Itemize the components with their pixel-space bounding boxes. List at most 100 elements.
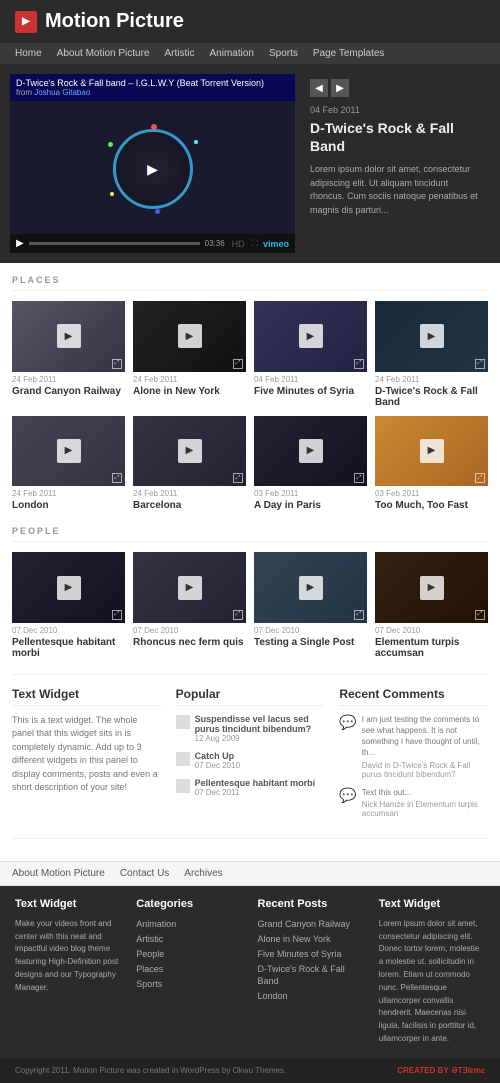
site-title: Motion Picture: [45, 10, 184, 33]
video-thumb[interactable]: ⤢: [12, 416, 125, 487]
featured-video-heading: D-Twice's Rock & Fall band – I.G.L.W.Y (…: [16, 78, 289, 88]
list-item[interactable]: Suspendisse vel lacus sed purus tincidun…: [176, 714, 325, 743]
video-meta: 24 Feb 2011: [133, 375, 246, 384]
list-item[interactable]: ⤢ 07 Dec 2010 Elementum turpis accumsan: [375, 552, 488, 659]
list-item[interactable]: ⤢ 03 Feb 2011 Too Much, Too Fast: [375, 416, 488, 512]
popular-icon: [176, 779, 190, 793]
video-title: Alone in New York: [133, 386, 246, 397]
featured-title: D-Twice's Rock & Fall Band: [310, 119, 485, 155]
video-thumb[interactable]: ⤢: [254, 552, 367, 623]
video-thumb[interactable]: ⤢: [12, 552, 125, 623]
footer-post-3[interactable]: Five Minutes of Syria: [258, 949, 342, 959]
ettheme-badge: CREATED BY ƏTƎlɛmɛ: [397, 1066, 485, 1075]
progress-bar[interactable]: [29, 242, 200, 245]
play-button[interactable]: ▶: [16, 238, 24, 249]
places-grid: ⤢ 24 Feb 2011 Grand Canyon Railway ⤢ 24 …: [12, 301, 488, 511]
featured-video-from: from Joshua Gitabao: [16, 88, 289, 97]
list-item[interactable]: ⤢ 24 Feb 2011 Alone in New York: [133, 301, 246, 408]
list-item[interactable]: ⤢ 07 Dec 2010 Pellentesque habitant morb…: [12, 552, 125, 659]
fullscreen-icon[interactable]: ⛶: [252, 238, 258, 249]
main-content: PLACES ⤢ 24 Feb 2011 Grand Canyon Railwa…: [0, 263, 500, 861]
video-thumb[interactable]: ⤢: [254, 416, 367, 487]
list-item[interactable]: ⤢ 24 Feb 2011 Grand Canyon Railway: [12, 301, 125, 408]
featured-date: 04 Feb 2011: [310, 105, 485, 115]
video-meta: 07 Dec 2010: [133, 626, 246, 635]
footer-post-4[interactable]: D-Twice's Rock & Fall Band: [258, 964, 345, 986]
footer-link-people[interactable]: People: [136, 949, 164, 959]
ettheme-brand: ƏTƎlɛmɛ: [452, 1066, 485, 1075]
footer-link-places[interactable]: Places: [136, 964, 163, 974]
expand-icon: ⤢: [475, 610, 485, 620]
video-meta: 03 Feb 2011: [375, 489, 488, 498]
featured-next-button[interactable]: ▶: [331, 79, 349, 97]
footer-col3-title: Recent Posts: [258, 898, 364, 910]
list-item[interactable]: ⤢ 03 Feb 2011 A Day in Paris: [254, 416, 367, 512]
widgets-row: Text Widget This is a text widget. The w…: [12, 674, 488, 839]
video-thumb[interactable]: ⤢: [375, 416, 488, 487]
footer-post-2[interactable]: Alone in New York: [258, 934, 331, 944]
video-title: Elementum turpis accumsan: [375, 637, 488, 659]
play-overlay: [178, 324, 202, 348]
footer-post-5[interactable]: London: [258, 991, 288, 1001]
list-item: 💬 Text this out... Nick Hamze in Element…: [339, 787, 488, 818]
video-thumb[interactable]: ⤢: [254, 301, 367, 372]
play-overlay: [178, 439, 202, 463]
featured-excerpt: Lorem ipsum dolor sit amet, consectetur …: [310, 163, 485, 217]
featured-video-thumb[interactable]: D-Twice's Rock & Fall band – I.G.L.W.Y (…: [10, 74, 295, 234]
video-thumb[interactable]: ⤢: [375, 552, 488, 623]
nav-page-templates[interactable]: Page Templates: [313, 48, 385, 59]
list-item[interactable]: Pellentesque habitant morbi 07 Dec 2011: [176, 778, 325, 797]
comment-text: I am just testing the comments to see wh…: [362, 714, 488, 759]
list-item[interactable]: ⤢ 07 Dec 2010 Testing a Single Post: [254, 552, 367, 659]
text-widget-content: This is a text widget. The whole panel t…: [12, 714, 161, 795]
nav-animation[interactable]: Animation: [210, 48, 254, 59]
comment-icon: 💬: [339, 787, 356, 804]
video-thumb[interactable]: ⤢: [133, 552, 246, 623]
popular-item-title: Suspendisse vel lacus sed purus tincidun…: [195, 714, 325, 734]
list-item[interactable]: ⤢ 24 Feb 2011 Barcelona: [133, 416, 246, 512]
text-widget-title: Text Widget: [12, 687, 161, 706]
expand-icon: ⤢: [354, 610, 364, 620]
list-item[interactable]: ⤢ 04 Feb 2011 Five Minutes of Syria: [254, 301, 367, 408]
video-thumb[interactable]: ⤢: [133, 416, 246, 487]
footer-col4-text: Lorem ipsum dolor sit amet, consectetur …: [379, 918, 485, 1046]
popular-item-date: 07 Dec 2010: [195, 761, 240, 770]
video-meta: 24 Feb 2011: [12, 489, 125, 498]
video-title: Too Much, Too Fast: [375, 500, 488, 511]
nav-artistic[interactable]: Artistic: [165, 48, 195, 59]
footer-link-artistic[interactable]: Artistic: [136, 934, 163, 944]
sub-nav-contact[interactable]: Contact Us: [120, 868, 169, 879]
nav-about[interactable]: About Motion Picture: [57, 48, 150, 59]
video-title: Pellentesque habitant morbi: [12, 637, 125, 659]
footer-col4-title: Text Widget: [379, 898, 485, 910]
list-item[interactable]: ⤢ 07 Dec 2010 Rhoncus nec ferm quis: [133, 552, 246, 659]
comment-author: Nick Hamze in Elementum turpis accumsan: [362, 800, 488, 818]
sub-nav-about[interactable]: About Motion Picture: [12, 868, 105, 879]
featured-prev-button[interactable]: ◀: [310, 79, 328, 97]
play-overlay: [299, 439, 323, 463]
footer-col1-text: Make your videos front and center with t…: [15, 918, 121, 995]
list-item[interactable]: ⤢ 24 Feb 2011 D-Twice's Rock & Fall Band: [375, 301, 488, 408]
footer-link-sports[interactable]: Sports: [136, 979, 162, 989]
footer-bottom: Copyright 2011. Motion Picture was creat…: [0, 1058, 500, 1083]
list-item[interactable]: ⤢ 24 Feb 2011 London: [12, 416, 125, 512]
expand-icon: ⤢: [233, 610, 243, 620]
footer-post-1[interactable]: Grand Canyon Railway: [258, 919, 351, 929]
featured-video[interactable]: D-Twice's Rock & Fall band – I.G.L.W.Y (…: [10, 74, 295, 253]
places-section: PLACES ⤢ 24 Feb 2011 Grand Canyon Railwa…: [12, 275, 488, 511]
hd-badge: HD: [232, 239, 245, 249]
nav-home[interactable]: Home: [15, 48, 42, 59]
footer-copyright: Copyright 2011. Motion Picture was creat…: [15, 1066, 286, 1075]
time-display: 03:36: [205, 239, 225, 248]
footer-link-animation[interactable]: Animation: [136, 919, 176, 929]
video-meta: 03 Feb 2011: [254, 489, 367, 498]
video-thumb[interactable]: ⤢: [12, 301, 125, 372]
video-thumb[interactable]: ⤢: [133, 301, 246, 372]
video-thumb[interactable]: ⤢: [375, 301, 488, 372]
sub-nav-archives[interactable]: Archives: [184, 868, 222, 879]
nav-sports[interactable]: Sports: [269, 48, 298, 59]
main-nav: Home About Motion Picture Artistic Anima…: [0, 43, 500, 64]
expand-icon: ⤢: [112, 473, 122, 483]
list-item[interactable]: Catch Up 07 Dec 2010: [176, 751, 325, 770]
people-label: PEOPLE: [12, 526, 488, 542]
